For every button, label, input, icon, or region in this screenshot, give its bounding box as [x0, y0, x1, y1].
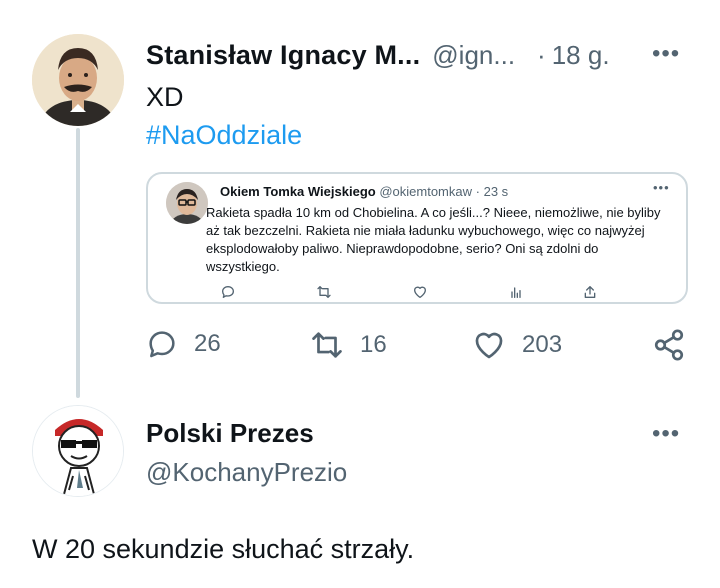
reply-avatar-image	[33, 406, 123, 496]
tweet-action-bar: 26 16 203	[0, 328, 720, 368]
quoted-reply-icon[interactable]	[220, 284, 236, 303]
retweet-button[interactable]: 16	[310, 328, 387, 362]
quoted-author-name[interactable]: Okiem Tomka Wiejskiego	[220, 184, 376, 199]
quoted-retweet-icon[interactable]	[316, 284, 332, 303]
retweet-icon	[312, 332, 342, 358]
more-options-icon[interactable]: •••	[652, 40, 680, 68]
like-icon	[475, 332, 503, 359]
reply-author-name[interactable]: Polski Prezes	[146, 418, 347, 449]
quoted-separator-dot: ·	[475, 184, 480, 199]
quoted-author-handle[interactable]: @okiemtomkaw	[379, 184, 472, 199]
reply-icon	[149, 331, 175, 358]
quoted-author-avatar[interactable]	[166, 182, 208, 224]
reply-more-options-icon[interactable]: •••	[652, 420, 680, 448]
author-handle[interactable]: @ign...	[432, 40, 515, 71]
portrait-image	[32, 34, 124, 126]
tweet-text: XD	[146, 82, 184, 112]
like-button[interactable]: 203	[472, 328, 562, 362]
author-name[interactable]: Stanisław Ignacy M...	[146, 40, 420, 71]
like-count: 203	[522, 331, 563, 358]
quoted-portrait-image	[166, 182, 208, 224]
quoted-like-icon[interactable]	[412, 284, 428, 303]
author-avatar[interactable]	[32, 34, 124, 126]
separator-dot: ·	[537, 40, 546, 70]
reply-count: 26	[194, 330, 221, 357]
quoted-timestamp[interactable]: 23 s	[484, 184, 509, 199]
quoted-more-options-icon[interactable]: •••	[653, 180, 670, 195]
reply-button[interactable]: 26	[146, 328, 221, 360]
quoted-views-icon[interactable]	[508, 284, 524, 303]
share-icon	[654, 329, 684, 361]
quoted-share-icon[interactable]	[582, 284, 598, 303]
reply-text: W 20 sekundzie słuchać strzały.	[32, 534, 415, 564]
quoted-tweet-text: Rakieta spadła 10 km od Chobielina. A co…	[206, 205, 661, 274]
tweet-timestamp[interactable]: 18 g.	[552, 40, 610, 71]
reply-author-handle[interactable]: @KochanyPrezio	[146, 457, 347, 488]
retweet-count: 16	[360, 331, 387, 358]
hashtag-link[interactable]: #NaOddziale	[146, 120, 302, 151]
quoted-tweet-card[interactable]: Okiem Tomka Wiejskiego @okiemtomkaw · 23…	[146, 172, 688, 304]
share-button[interactable]	[652, 328, 686, 362]
reply-author-avatar[interactable]	[32, 405, 124, 497]
